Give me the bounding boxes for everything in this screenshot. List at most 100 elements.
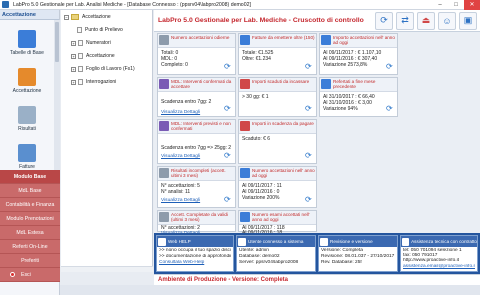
card-title: Accett. Completate da validi (ultimi 3 m…: [171, 212, 228, 222]
card-importi-scadenza: Importi in scadenza da pagare Scaduto: €…: [238, 119, 317, 164]
module-mdl-base[interactable]: MdL Base: [0, 184, 60, 198]
tree-item-interrogazioni[interactable]: + Interrogazioni: [71, 79, 116, 85]
card-line: Server: ppsrv04\labpro2008: [239, 259, 299, 265]
card-numero-accettazioni-anno: Numero accettazioni nell' anno ad oggi A…: [238, 166, 317, 208]
card-title: Importo accettazioni nell' anno ad oggi: [333, 35, 395, 45]
invoice-icon: [240, 35, 250, 45]
support-icon: [402, 237, 410, 246]
support-email-link[interactable]: assistenza.email@proactive-info.it: [403, 264, 475, 269]
web-help-card: Web HELP >> nono occupa il tuo spazio di…: [156, 235, 234, 272]
sidebar-item-accettazione[interactable]: Accettazione: [0, 68, 54, 94]
card-line: Revisione: 08.01.037 - 27/10/2017: [321, 253, 395, 259]
clipboard-icon: [159, 35, 169, 45]
web-help-link[interactable]: Consultala Web-Help: [159, 260, 231, 266]
refresh-icon[interactable]: ⟳: [305, 152, 313, 160]
card-title: Risultati incompleti (accett. ultimi 3 m…: [171, 168, 226, 178]
tree-root[interactable]: − Accettazione: [64, 14, 111, 20]
module-prenotazioni[interactable]: Modulo Prenotazioni: [0, 212, 60, 226]
card-mdl-confermati: MDL: Interventi confermati da accettare …: [157, 77, 236, 117]
minimize-button[interactable]: –: [432, 0, 448, 10]
expand-icon[interactable]: +: [71, 53, 76, 59]
tree-horizontal-scrollbar[interactable]: [61, 266, 153, 272]
module-contabilita[interactable]: Contabilità e Finanza: [0, 198, 60, 212]
refresh-icon[interactable]: ⟳: [224, 196, 232, 204]
sidebar-header: Accettazione: [0, 10, 59, 20]
app-icon: [2, 1, 9, 8]
support-card: Assistenza tecnica con contratto tel: 05…: [400, 235, 478, 272]
card-title: Assistenza tecnica con contratto: [411, 239, 477, 244]
card-refertati-mese: Refertati a fine mese precedente Al 31/1…: [319, 77, 398, 117]
refresh-icon[interactable]: ⟳: [386, 105, 394, 113]
window-title: LabPro 5.0 Gestionale per Lab. Analisi M…: [13, 1, 251, 8]
tree-item-label: Accettazione: [86, 53, 115, 59]
refresh-icon[interactable]: ⟳: [224, 152, 232, 160]
card-title: Web HELP: [168, 239, 191, 244]
maximize-button[interactable]: □: [448, 0, 464, 10]
module-base[interactable]: Modulo Base: [0, 170, 60, 184]
scrollbar-thumb[interactable]: [55, 22, 59, 62]
sidebar: Accettazione Tabelle di Base Accettazion…: [0, 10, 60, 295]
refresh-icon[interactable]: ⟳: [305, 105, 313, 113]
document-icon: [78, 79, 83, 85]
exit-icon: [10, 272, 15, 277]
tree-item-accettazione[interactable]: + Accettazione: [71, 53, 115, 59]
module-referti-online[interactable]: Referti On-Line: [0, 240, 60, 254]
card-line: Completo: 0: [161, 62, 188, 69]
expand-icon[interactable]: +: [71, 40, 76, 46]
sidebar-item-fatture[interactable]: Fatture: [0, 144, 54, 170]
card-line: Variazione 94%: [323, 106, 358, 113]
acceptance-icon: [18, 68, 36, 86]
refresh-icon[interactable]: ⟳: [224, 63, 232, 71]
user-icon: [238, 237, 246, 246]
card-line: N° analisi: 11: [161, 189, 191, 196]
card-line: >> documentazione di approfondimento: [159, 253, 231, 259]
dashboard-toolbar: ⟳ ⇄ ⏏ ☺ ▣: [375, 11, 480, 30]
collapse-icon[interactable]: −: [64, 14, 69, 20]
status-bar: [60, 285, 480, 295]
chart-icon: [240, 168, 250, 178]
folder-icon: [71, 14, 79, 20]
sidebar-item-tabelle[interactable]: Tabelle di Base: [0, 30, 54, 56]
details-link[interactable]: Visualizza Dettagli: [161, 198, 232, 204]
card-line: Scadenza entro 7gg: 2: [161, 99, 212, 105]
expand-icon[interactable]: +: [71, 79, 76, 85]
sidebar-scrollbar[interactable]: [54, 20, 60, 170]
tree-item-foglio-lavoro[interactable]: + Foglio di Lavoro (Fs1): [71, 66, 135, 72]
refresh-icon[interactable]: ⟳: [224, 105, 232, 113]
close-button[interactable]: ✕: [464, 0, 480, 10]
card-title: Numero accettazioni nell' anno ad oggi: [252, 168, 315, 178]
refresh-icon[interactable]: ⟳: [305, 196, 313, 204]
users-icon[interactable]: ☺: [438, 11, 456, 30]
tree-item-label: Foglio di Lavoro (Fs1): [86, 66, 135, 72]
refresh-icon[interactable]: ⟳: [305, 63, 313, 71]
exit-icon[interactable]: ⏏: [417, 11, 435, 30]
card-line: Variazione 200%: [242, 195, 280, 202]
transfer-icon[interactable]: ⇄: [396, 11, 414, 30]
environment-status: Ambiente di Produzione - Versione: Compl…: [154, 274, 480, 285]
sidebar-item-label: Risultati: [18, 126, 36, 132]
card-title: Numero accettazioni odierne: [171, 35, 230, 40]
refresh-icon[interactable]: ⟳: [375, 11, 393, 30]
refresh-icon[interactable]: ⟳: [386, 63, 394, 71]
details-link[interactable]: Visualizza Dettagli: [161, 110, 232, 116]
chart-icon: [240, 212, 250, 222]
tree-item-punto-prelievo[interactable]: Punto di Prelievo: [77, 27, 123, 33]
details-link[interactable]: Visualizza Dettagli: [161, 154, 232, 160]
sidebar-item-risultati[interactable]: Risultati: [0, 106, 54, 132]
dashboard-header: LabPro 5.0 Gestionale per Lab. Mediche -…: [154, 10, 480, 32]
module-mdl-estesa[interactable]: MdL Estesa: [0, 226, 60, 240]
tree-root-label: Accettazione: [82, 14, 111, 20]
exit-button[interactable]: Esci: [0, 268, 60, 282]
sidebar-item-label: Accettazione: [12, 88, 42, 94]
document-icon: [77, 27, 82, 33]
exit-label: Esci: [21, 271, 31, 278]
tree-item-numeratori[interactable]: + Numeratori: [71, 40, 111, 46]
expand-icon[interactable]: +: [71, 66, 76, 72]
module-preferiti[interactable]: Preferiti: [0, 254, 60, 268]
globe-icon: [158, 237, 166, 246]
sidebar-icon-list: Tabelle di Base Accettazione Risultati F…: [0, 20, 56, 170]
module-list: Modulo Base MdL Base Contabilità e Finan…: [0, 170, 60, 282]
card-title: Utente connesso a sistema: [248, 239, 304, 244]
dashboard-title: LabPro 5.0 Gestionale per Lab. Mediche -…: [158, 17, 364, 24]
monitor-icon[interactable]: ▣: [459, 11, 477, 30]
